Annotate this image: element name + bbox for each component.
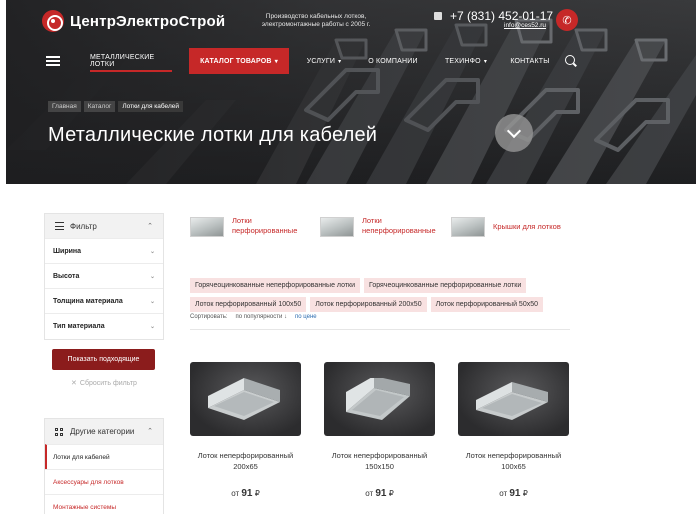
hamburger-icon[interactable] [46, 56, 60, 66]
filter-row-material[interactable]: Тип материала ⌄ [45, 313, 163, 338]
chevron-down-icon: ▾ [483, 58, 488, 65]
breadcrumb-current: Лотки для кабелей [118, 101, 183, 112]
nav-item-services[interactable]: УСЛУГИ ▾ [299, 48, 349, 74]
chevron-down-icon: ▾ [338, 58, 342, 65]
cable-tray-image [346, 378, 410, 420]
mobile-icon [434, 12, 442, 20]
categories-header[interactable]: Другие категории ⌃ [45, 419, 163, 444]
show-matching-button[interactable]: Показать подходящие [52, 349, 155, 370]
subcategory-perforated[interactable]: Лотки перфорированные [190, 216, 297, 237]
cable-tray-image [476, 382, 548, 420]
chevron-down-icon: ⌄ [149, 298, 155, 305]
logo-icon [42, 10, 64, 32]
product-price: от 91 ₽ [499, 488, 528, 499]
grid-icon [55, 427, 63, 436]
tag-hot-galv-non-perforated[interactable]: Горячеоцинкованные неперфорированные лот… [190, 278, 360, 293]
subcategory-covers[interactable]: Крышки для лотков [451, 216, 561, 237]
chevron-down-icon: ⌄ [149, 323, 155, 330]
nav-item-metal-trays[interactable]: МЕТАЛЛИЧЕСКИЕ ЛОТКИ [90, 48, 172, 74]
sort-bar: Сортировать: по популярности ↓ по цене [190, 314, 317, 320]
tag-cloud: Горячеоцинкованные неперфорированные лот… [190, 278, 570, 316]
filter-row-width[interactable]: Ширина ⌄ [45, 238, 163, 263]
chevron-down-icon: ▾ [274, 58, 278, 65]
filter-panel: Фильтр ⌃ Ширина ⌄ Высота ⌄ Толщина материа… [44, 213, 164, 340]
tag-perforated-200x50[interactable]: Лоток перфорированный 200х50 [310, 297, 427, 312]
main-nav: МЕТАЛЛИЧЕСКИЕ ЛОТКИ КАТАЛОГ ТОВАРОВ ▾ УСЛ… [42, 48, 662, 74]
product-price: от 91 ₽ [365, 488, 394, 499]
chevron-down-icon[interactable] [495, 114, 533, 152]
nav-item-catalog[interactable]: КАТАЛОГ ТОВАРОВ ▾ [189, 48, 289, 74]
subcategory-thumbnail [451, 217, 485, 237]
filter-header[interactable]: Фильтр ⌃ [45, 214, 163, 238]
hero-banner: ЦентрЭлектроСтрой Производство кабельных… [6, 0, 696, 184]
product-card[interactable]: Лоток неперфорированный 100х65 от 91 ₽ [458, 362, 569, 499]
product-card[interactable]: Лоток неперфорированный 150х150 от 91 ₽ [324, 362, 435, 499]
close-icon: ✕ [71, 380, 77, 387]
subcategory-non-perforated[interactable]: Лотки неперфорированные [320, 216, 436, 237]
page-title: Металлические лотки для кабелей [48, 124, 378, 146]
breadcrumb-catalog[interactable]: Каталог [83, 101, 116, 112]
product-name[interactable]: Лоток неперфорированный [190, 450, 301, 461]
logo-text: ЦентрЭлектроСтрой [70, 12, 226, 30]
phone-icon: ✆ [562, 14, 572, 27]
product-price: от 91 ₽ [231, 488, 260, 499]
company-tagline: Производство кабельных лотков, электромо… [261, 13, 371, 28]
product-name[interactable]: Лоток неперфорированный [324, 450, 435, 461]
sort-by-price[interactable]: по цене [295, 314, 317, 320]
nav-item-about[interactable]: О КОМПАНИИ [364, 48, 422, 74]
category-item-mounting-systems[interactable]: Монтажные системы [45, 494, 163, 514]
product-image[interactable] [458, 362, 569, 436]
subcategory-thumbnail [320, 217, 354, 237]
breadcrumb: Главная Каталог Лотки для кабелей [48, 101, 183, 112]
other-categories-panel: Другие категории ⌃ Лотки для кабелей Акс… [44, 418, 164, 514]
sliders-icon [55, 222, 64, 231]
phone-number[interactable]: +7 (831) 452-01-17 [450, 9, 553, 23]
cable-tray-image [208, 378, 280, 420]
callback-button[interactable]: ✆ [556, 9, 578, 31]
divider [190, 329, 570, 330]
site-logo[interactable]: ЦентрЭлектроСтрой [42, 10, 225, 32]
category-item-cable-trays[interactable]: Лотки для кабелей [45, 444, 163, 469]
tag-hot-galv-perforated[interactable]: Горячеоцинкованные перфорированные лотки [364, 278, 527, 293]
chevron-up-icon: ⌃ [147, 428, 153, 435]
filter-row-height[interactable]: Высота ⌄ [45, 263, 163, 288]
category-item-tray-accessories[interactable]: Аксессуары для лотков [45, 469, 163, 494]
chevron-up-icon: ⌃ [147, 223, 153, 230]
breadcrumb-home[interactable]: Главная [48, 101, 81, 112]
sort-arrow-icon: ↓ [283, 314, 287, 320]
tag-perforated-50x50[interactable]: Лоток перфорированный 50х50 [430, 297, 543, 312]
chevron-down-icon: ⌄ [149, 273, 155, 280]
nav-item-contacts[interactable]: КОНТАКТЫ [510, 48, 550, 74]
filter-row-thickness[interactable]: Толщина материала ⌄ [45, 288, 163, 313]
product-name[interactable]: Лоток неперфорированный [458, 450, 569, 461]
nav-item-techinfo[interactable]: ТЕХИНФО ▾ [441, 48, 491, 74]
product-image[interactable] [190, 362, 301, 436]
search-icon[interactable] [565, 55, 575, 65]
reset-filter-link[interactable]: ✕ Сбросить фильтр [44, 379, 164, 387]
email-link[interactable]: info@ces52.ru [504, 22, 546, 29]
chevron-down-icon: ⌄ [149, 248, 155, 255]
sort-label: Сортировать: [190, 314, 228, 320]
product-card[interactable]: Лоток неперфорированный 200х65 от 91 ₽ [190, 362, 301, 499]
sort-by-popularity[interactable]: по популярности ↓ [236, 314, 287, 320]
product-image[interactable] [324, 362, 435, 436]
subcategory-thumbnail [190, 217, 224, 237]
tag-perforated-100x50[interactable]: Лоток перфорированный 100х50 [190, 297, 307, 312]
